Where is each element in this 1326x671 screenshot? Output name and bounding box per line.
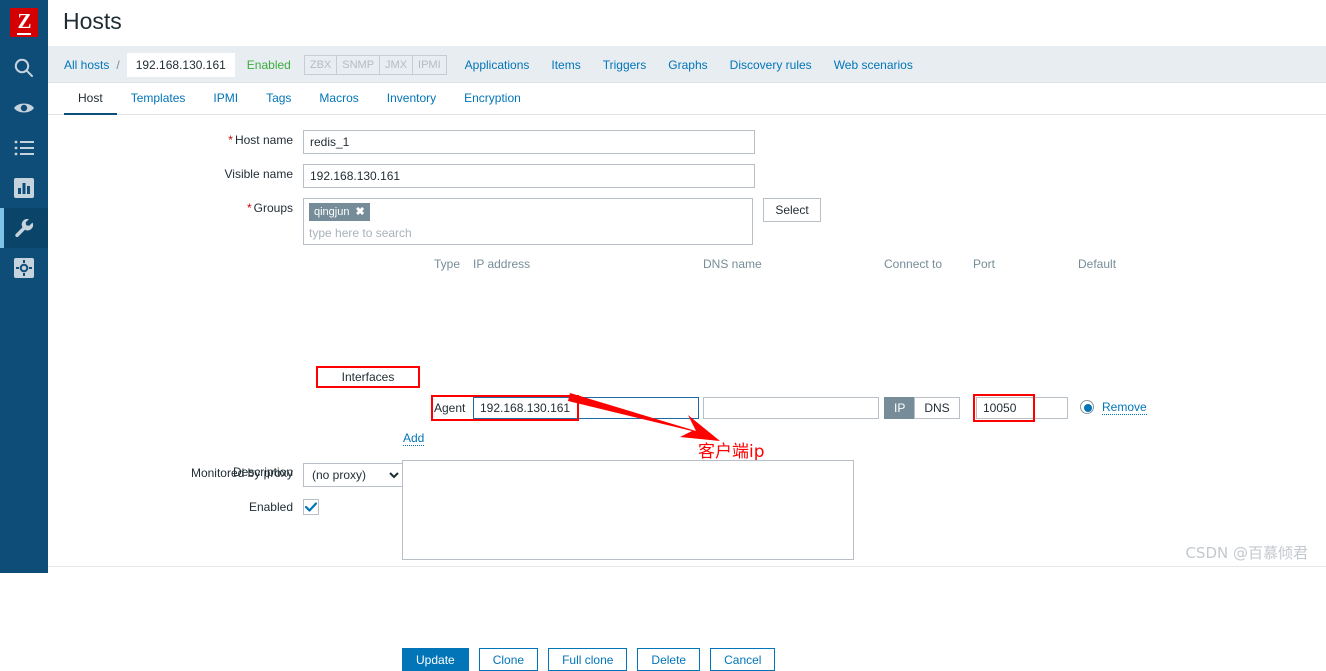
delete-button[interactable]: Delete xyxy=(637,648,701,671)
tab-host[interactable]: Host xyxy=(64,83,117,115)
breadcrumb-host-name[interactable]: 192.168.130.161 xyxy=(126,52,235,77)
search-icon xyxy=(13,57,35,79)
list-icon xyxy=(14,140,34,156)
title-bar: Hosts xyxy=(48,0,1326,46)
breadcrumb: All hosts / 192.168.130.161 Enabled ZBX … xyxy=(64,46,913,83)
host-name-label: * Host name xyxy=(228,133,293,147)
connect-to-dns-option[interactable]: DNS xyxy=(914,397,960,419)
clone-button[interactable]: Clone xyxy=(478,648,539,671)
host-name-input[interactable] xyxy=(303,130,755,154)
groups-label: * Groups xyxy=(246,201,293,215)
link-discovery-rules[interactable]: Discovery rules xyxy=(730,58,812,72)
protocol-badge-zbx: ZBX xyxy=(303,54,338,75)
connect-to-toggle[interactable]: IP DNS xyxy=(884,397,960,419)
sidebar-item-search[interactable] xyxy=(0,48,48,88)
host-form: *Host name Visible name *Groups qingjun … xyxy=(48,115,1326,671)
visible-name-label: Visible name xyxy=(224,167,293,181)
sidebar-item-inventory[interactable] xyxy=(0,128,48,168)
interfaces-header-ip-address: IP address xyxy=(473,257,531,271)
interface-type-agent: Agent xyxy=(434,401,466,415)
zabbix-logo[interactable]: Z xyxy=(10,8,38,37)
enabled-label: Enabled xyxy=(248,500,293,514)
breadcrumb-bar: All hosts / 192.168.130.161 Enabled ZBX … xyxy=(48,46,1326,83)
gear-icon xyxy=(14,258,34,278)
update-button[interactable]: Update xyxy=(402,648,469,671)
watermark: CSDN @百慕倾君 xyxy=(1185,544,1308,562)
monitored-by-proxy-label: Monitored by proxy xyxy=(190,466,293,480)
bottom-divider xyxy=(48,566,1326,567)
tab-tags[interactable]: Tags xyxy=(252,83,305,115)
annotation-client-ip-text: 客户端ip xyxy=(698,442,765,462)
tab-inventory[interactable]: Inventory xyxy=(373,83,450,115)
group-chip: qingjun ✖ xyxy=(309,203,370,221)
form-action-buttons: Update Clone Full clone Delete Cancel xyxy=(402,648,776,671)
interface-ip-input[interactable] xyxy=(473,397,699,419)
interfaces-header-default: Default xyxy=(1078,257,1117,271)
visible-name-input[interactable] xyxy=(303,164,755,188)
field-enabled: Enabled xyxy=(48,497,319,517)
interface-add-link[interactable]: Add xyxy=(403,431,425,446)
field-visible-name: Visible name xyxy=(48,164,755,188)
breadcrumb-links: Applications Items Triggers Graphs Disco… xyxy=(465,58,913,72)
monitored-by-proxy-select[interactable]: (no proxy) xyxy=(303,463,403,487)
sidebar: Z xyxy=(0,0,48,573)
description-textarea[interactable] xyxy=(402,460,854,560)
protocol-badges: ZBX SNMP JMX IPMI xyxy=(303,54,447,75)
groups-search-placeholder[interactable]: type here to search xyxy=(309,226,747,240)
close-icon[interactable]: ✖ xyxy=(355,205,364,219)
link-items[interactable]: Items xyxy=(551,58,580,72)
link-triggers[interactable]: Triggers xyxy=(603,58,647,72)
breadcrumb-all-hosts[interactable]: All hosts xyxy=(64,58,109,72)
link-web-scenarios[interactable]: Web scenarios xyxy=(834,58,913,72)
field-host-name: * Host name xyxy=(48,130,755,154)
full-clone-button[interactable]: Full clone xyxy=(548,648,628,671)
sidebar-item-monitoring[interactable] xyxy=(0,88,48,128)
tab-ipmi[interactable]: IPMI xyxy=(199,83,252,115)
sidebar-item-administration[interactable] xyxy=(0,248,48,288)
page-title: Hosts xyxy=(63,8,122,34)
tab-encryption[interactable]: Encryption xyxy=(450,83,535,115)
protocol-badge-ipmi: IPMI xyxy=(412,54,447,75)
protocol-badge-snmp: SNMP xyxy=(336,54,381,75)
status-badge: Enabled xyxy=(246,57,291,72)
field-groups: * Groups qingjun ✖ type here to search Se… xyxy=(48,198,821,245)
logo-letter: Z xyxy=(17,8,32,35)
select-button[interactable]: Select xyxy=(763,198,821,222)
connect-to-ip-option[interactable]: IP xyxy=(884,397,916,419)
cancel-button[interactable]: Cancel xyxy=(710,648,776,671)
wrench-icon xyxy=(13,217,35,239)
link-applications[interactable]: Applications xyxy=(465,58,530,72)
required-marker: * xyxy=(228,133,233,147)
protocol-badge-jmx: JMX xyxy=(379,54,414,75)
tab-macros[interactable]: Macros xyxy=(305,83,372,115)
eye-icon xyxy=(12,100,36,116)
field-monitored-by-proxy: Monitored by proxy (no proxy) xyxy=(48,463,403,487)
groups-multiselect[interactable]: qingjun ✖ type here to search xyxy=(303,198,753,245)
tab-bar: Host Templates IPMI Tags Macros Inventor… xyxy=(48,83,1326,115)
check-icon xyxy=(305,502,317,512)
interfaces-header-dns-name: DNS name xyxy=(703,257,762,271)
tab-templates[interactable]: Templates xyxy=(117,83,200,115)
interfaces-header-type: Type xyxy=(434,257,461,271)
interface-dns-input[interactable] xyxy=(703,397,879,419)
breadcrumb-separator: / xyxy=(116,57,120,72)
enabled-checkbox[interactable] xyxy=(303,499,319,515)
interface-remove-link[interactable]: Remove xyxy=(1102,400,1147,415)
interfaces-header-port: Port xyxy=(973,257,996,271)
interface-default-radio[interactable] xyxy=(1080,400,1094,414)
interface-port-input[interactable] xyxy=(976,397,1068,419)
interfaces-label: Interfaces xyxy=(316,366,420,388)
required-marker: * xyxy=(246,201,252,215)
group-chip-label: qingjun xyxy=(314,206,350,218)
sidebar-item-configuration[interactable] xyxy=(0,208,48,248)
sidebar-item-reports[interactable] xyxy=(0,168,48,208)
chart-icon xyxy=(14,178,34,198)
link-graphs[interactable]: Graphs xyxy=(668,58,707,72)
interfaces-header-connect-to: Connect to xyxy=(884,257,943,271)
